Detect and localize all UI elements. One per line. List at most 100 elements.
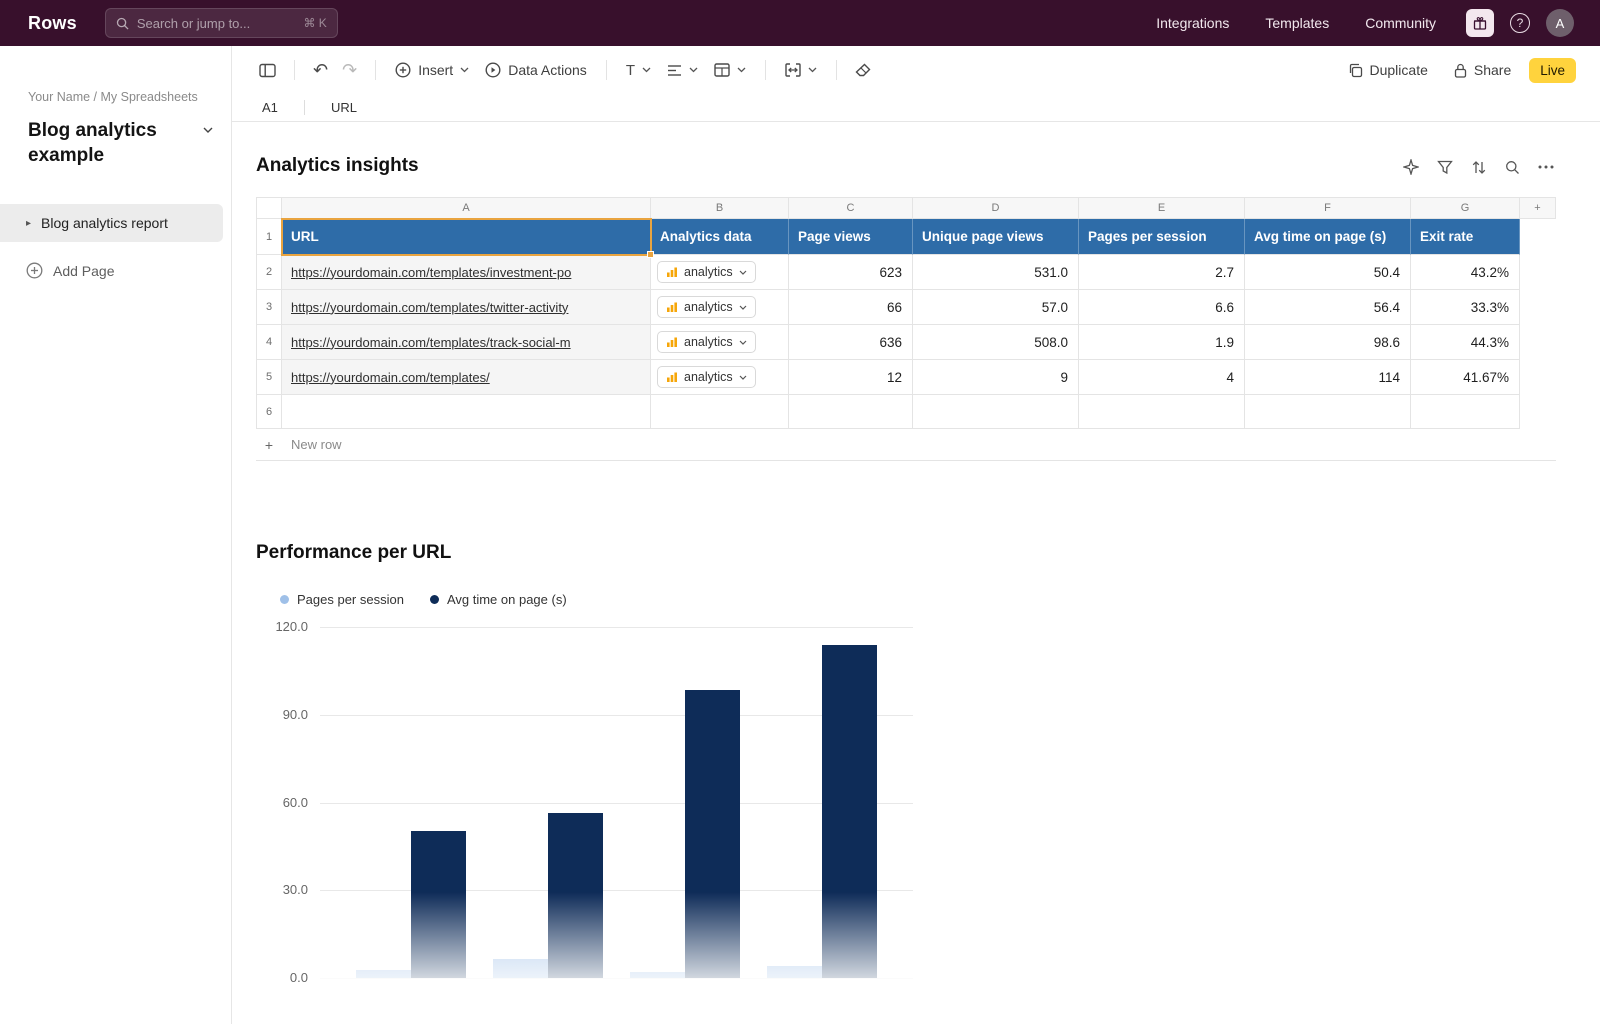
integration-cell[interactable]: analytics	[651, 325, 789, 360]
row-number[interactable]: 1	[256, 219, 282, 255]
integration-cell[interactable]: analytics	[651, 290, 789, 325]
analytics-chip[interactable]: analytics	[657, 296, 756, 318]
nav-integrations[interactable]: Integrations	[1156, 15, 1229, 31]
breadcrumb[interactable]: Your Name / My Spreadsheets	[28, 90, 231, 104]
cell-g1[interactable]: Exit rate	[1411, 219, 1520, 255]
value-cell[interactable]: 41.67%	[1411, 360, 1520, 395]
sidebar-item-blog-analytics-report[interactable]: ▸ Blog analytics report	[0, 204, 223, 242]
merge-cells-button[interactable]	[777, 57, 825, 83]
clear-format-button[interactable]	[848, 57, 878, 83]
more-options-icon[interactable]	[1538, 165, 1554, 169]
cell-format-button[interactable]	[706, 57, 754, 83]
integration-cell[interactable]: analytics	[651, 255, 789, 290]
value-cell[interactable]: 623	[789, 255, 913, 290]
chart-title[interactable]: Performance per URL	[256, 542, 451, 564]
column-header-d[interactable]: D	[913, 197, 1079, 219]
value-cell[interactable]: 33.3%	[1411, 290, 1520, 325]
value-cell[interactable]: 114	[1245, 360, 1411, 395]
row-number[interactable]: 2	[256, 255, 282, 290]
insert-button[interactable]: Insert	[387, 56, 477, 84]
url-link[interactable]: https://yourdomain.com/templates/track-s…	[291, 335, 571, 350]
data-actions-button[interactable]: Data Actions	[477, 56, 595, 84]
column-header-b[interactable]: B	[651, 197, 789, 219]
value-cell[interactable]: 636	[789, 325, 913, 360]
empty-cell[interactable]	[789, 395, 913, 429]
add-page-button[interactable]: Add Page	[26, 262, 231, 279]
column-header-g[interactable]: G	[1411, 197, 1520, 219]
url-link[interactable]: https://yourdomain.com/templates/	[291, 370, 490, 385]
cell-f1[interactable]: Avg time on page (s)	[1245, 219, 1411, 255]
nav-templates[interactable]: Templates	[1265, 15, 1329, 31]
url-link[interactable]: https://yourdomain.com/templates/twitter…	[291, 300, 568, 315]
empty-cell[interactable]	[1079, 395, 1245, 429]
empty-cell[interactable]	[1245, 395, 1411, 429]
value-cell[interactable]: 2.7	[1079, 255, 1245, 290]
value-cell[interactable]: 56.4	[1245, 290, 1411, 325]
value-cell[interactable]: 43.2%	[1411, 255, 1520, 290]
value-cell[interactable]: 57.0	[913, 290, 1079, 325]
analytics-chip[interactable]: analytics	[657, 366, 756, 388]
nav-community[interactable]: Community	[1365, 15, 1436, 31]
disclosure-triangle-icon[interactable]: ▸	[26, 218, 31, 229]
column-header-f[interactable]: F	[1245, 197, 1411, 219]
search-input[interactable]: Search or jump to... ⌘ K	[105, 8, 338, 38]
live-button[interactable]: Live	[1529, 58, 1576, 83]
avatar[interactable]: A	[1546, 9, 1574, 37]
value-cell[interactable]: 4	[1079, 360, 1245, 395]
empty-cell[interactable]	[1411, 395, 1520, 429]
add-column-button[interactable]: +	[1520, 197, 1556, 219]
duplicate-button[interactable]: Duplicate	[1340, 56, 1436, 84]
undo-button[interactable]: ↶	[306, 55, 335, 85]
row-number[interactable]: 6	[256, 395, 282, 429]
sort-icon[interactable]	[1471, 160, 1487, 175]
value-cell[interactable]: 44.3%	[1411, 325, 1520, 360]
cell-a1-selected[interactable]: URL	[282, 219, 651, 255]
value-cell[interactable]: 66	[789, 290, 913, 325]
url-cell[interactable]: https://yourdomain.com/templates/investm…	[282, 255, 651, 290]
url-link[interactable]: https://yourdomain.com/templates/investm…	[291, 265, 571, 280]
help-icon[interactable]: ?	[1510, 13, 1530, 33]
whats-new-button[interactable]	[1466, 9, 1494, 37]
url-cell[interactable]: https://yourdomain.com/templates/track-s…	[282, 325, 651, 360]
analytics-chip[interactable]: analytics	[657, 331, 756, 353]
value-cell[interactable]: 50.4	[1245, 255, 1411, 290]
value-cell[interactable]: 9	[913, 360, 1079, 395]
alignment-button[interactable]	[659, 58, 706, 83]
empty-cell[interactable]	[651, 395, 789, 429]
select-all-corner[interactable]	[256, 197, 282, 219]
share-button[interactable]: Share	[1446, 56, 1519, 84]
analytics-chip[interactable]: analytics	[657, 261, 756, 283]
legend-item[interactable]: Pages per session	[280, 592, 404, 607]
cell-b1[interactable]: Analytics data	[651, 219, 789, 255]
value-cell[interactable]: 12	[789, 360, 913, 395]
value-cell[interactable]: 531.0	[913, 255, 1079, 290]
value-cell[interactable]: 98.6	[1245, 325, 1411, 360]
formula-input[interactable]: URL	[331, 100, 1600, 115]
row-number[interactable]: 3	[256, 290, 282, 325]
selection-handle[interactable]	[647, 251, 654, 258]
column-header-a[interactable]: A	[282, 197, 651, 219]
column-header-e[interactable]: E	[1079, 197, 1245, 219]
empty-cell[interactable]	[913, 395, 1079, 429]
value-cell[interactable]: 6.6	[1079, 290, 1245, 325]
empty-cell[interactable]	[282, 395, 651, 429]
search-sheet-icon[interactable]	[1505, 160, 1520, 175]
column-header-c[interactable]: C	[789, 197, 913, 219]
text-format-button[interactable]: T	[618, 56, 659, 85]
integration-cell[interactable]: analytics	[651, 360, 789, 395]
row-number[interactable]: 5	[256, 360, 282, 395]
value-cell[interactable]: 1.9	[1079, 325, 1245, 360]
cell-reference[interactable]: A1	[262, 100, 304, 115]
value-cell[interactable]: 508.0	[913, 325, 1079, 360]
cell-e1[interactable]: Pages per session	[1079, 219, 1245, 255]
cell-d1[interactable]: Unique page views	[913, 219, 1079, 255]
sheet-title[interactable]: Analytics insights	[256, 155, 419, 177]
toggle-sidebar-button[interactable]	[252, 57, 283, 84]
new-row-button[interactable]: + New row	[256, 429, 1556, 461]
url-cell[interactable]: https://yourdomain.com/templates/twitter…	[282, 290, 651, 325]
redo-button[interactable]: ↷	[335, 55, 364, 85]
url-cell[interactable]: https://yourdomain.com/templates/	[282, 360, 651, 395]
workbook-title[interactable]: Blog analytics example	[28, 118, 207, 168]
ai-sparkle-icon[interactable]	[1403, 159, 1419, 175]
filter-icon[interactable]	[1437, 160, 1453, 175]
